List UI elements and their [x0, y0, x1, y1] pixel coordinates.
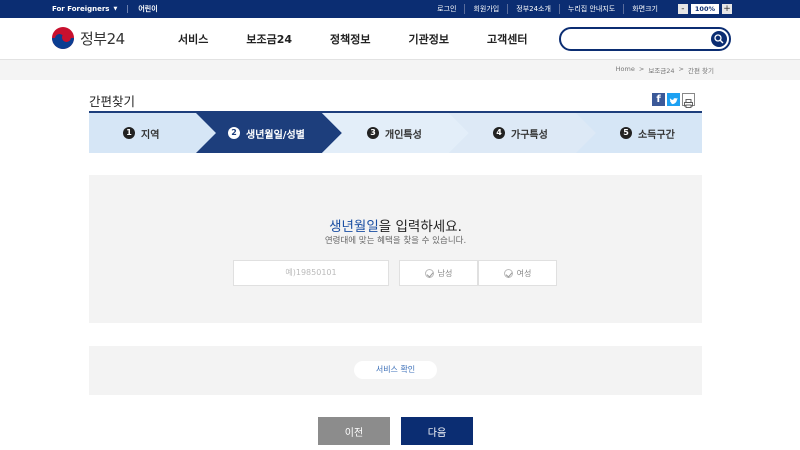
kids-link[interactable]: 어린이 [138, 4, 157, 14]
step-label: 생년월일/성별 [246, 129, 305, 141]
top-utility-bar: For Foreigners ▼ 어린이 로그인 회원가입 정부24소개 누리집… [0, 0, 800, 18]
share-buttons: f [652, 93, 695, 108]
twitter-icon[interactable] [667, 93, 680, 106]
search-button[interactable] [711, 31, 727, 47]
result-area: 서비스 확인 [89, 346, 702, 395]
logo-text: 정부24 [80, 29, 125, 48]
result-badge[interactable]: 서비스 확인 [354, 361, 437, 379]
search-input[interactable] [571, 31, 711, 52]
facebook-icon[interactable]: f [652, 93, 665, 106]
step-personal[interactable]: 3 개인특성 [367, 113, 422, 153]
font-decrease-button[interactable]: - [677, 4, 688, 14]
page-title: 간편찾기 [89, 94, 136, 109]
site-header: 정부24 서비스 보조금24 정책정보 기관정보 고객센터 [0, 18, 800, 60]
step-number: 2 [228, 127, 240, 139]
font-size-label: 화면크기 [623, 4, 666, 14]
top-right-links: 로그인 회원가입 정부24소개 누리집 안내지도 화면크기 [429, 0, 666, 18]
gender-female-option[interactable]: 여성 [478, 260, 557, 286]
nav-item-services[interactable]: 서비스 [178, 31, 208, 47]
gender-male-option[interactable]: 남성 [399, 260, 478, 286]
step-region[interactable]: 1 지역 [123, 113, 159, 153]
sitemap-link[interactable]: 누리집 안내지도 [558, 4, 623, 14]
gender-male-label: 남성 [437, 268, 453, 278]
form-question: 생년월일을 입력하세요. [89, 215, 702, 235]
step-household[interactable]: 4 가구특성 [493, 113, 548, 153]
breadcrumb-separator: > [678, 65, 684, 73]
print-icon[interactable] [682, 93, 695, 108]
nav-item-agency[interactable]: 기관정보 [409, 31, 449, 47]
search-box [559, 27, 731, 52]
taegeuk-logo-icon [52, 27, 74, 49]
nav-item-subsidy24[interactable]: 보조금24 [246, 31, 292, 47]
prev-button[interactable]: 이전 [318, 417, 390, 445]
chevron-down-icon: ▼ [113, 6, 118, 12]
main-nav: 서비스 보조금24 정책정보 기관정보 고객센터 [178, 18, 528, 60]
question-rest: 을 입력하세요. [378, 219, 462, 235]
top-left-links: For Foreigners ▼ 어린이 [52, 0, 158, 18]
about-link[interactable]: 정부24소개 [507, 4, 559, 14]
check-icon [424, 268, 434, 278]
step-income[interactable]: 5 소득구간 [620, 113, 675, 153]
signup-link[interactable]: 회원가입 [464, 4, 507, 14]
for-foreigners-link[interactable]: For Foreigners [52, 5, 109, 13]
search-icon [714, 34, 724, 44]
breadcrumb-bar: Home > 보조금24 > 간편 찾기 [0, 60, 800, 80]
step-number: 5 [620, 127, 632, 139]
nav-item-customer-center[interactable]: 고객센터 [487, 31, 527, 47]
step-label: 소득구간 [638, 129, 675, 141]
breadcrumb-current: 간편 찾기 [688, 67, 714, 75]
breadcrumb-home[interactable]: Home [616, 65, 635, 75]
font-size-control: - 100% + [677, 4, 732, 14]
divider [127, 5, 129, 13]
step-birth-gender[interactable]: 2 생년월일/성별 [228, 113, 305, 153]
breadcrumb: Home > 보조금24 > 간편 찾기 [616, 65, 714, 75]
step-number: 3 [367, 127, 379, 139]
step-label: 개인특성 [385, 129, 422, 141]
birthdate-input[interactable]: 예)19850101 [233, 260, 389, 286]
site-logo[interactable]: 정부24 [52, 27, 125, 49]
step-indicator: 1 지역 2 생년월일/성별 3 개인특성 4 가구특성 5 소득구간 [89, 113, 702, 153]
step-label: 지역 [141, 129, 160, 141]
birth-gender-form: 생년월일을 입력하세요. 연령대에 맞는 혜택을 찾을 수 있습니다. 예)19… [89, 175, 702, 323]
font-increase-button[interactable]: + [722, 4, 732, 14]
check-icon [503, 268, 513, 278]
question-highlight: 생년월일 [329, 219, 379, 235]
breadcrumb-subsidy24[interactable]: 보조금24 [648, 65, 674, 75]
step-label: 가구특성 [511, 129, 548, 141]
font-size-value: 100% [690, 4, 719, 14]
step-number: 4 [493, 127, 505, 139]
breadcrumb-separator: > [638, 65, 645, 73]
form-description: 연령대에 맞는 혜택을 찾을 수 있습니다. [324, 236, 467, 246]
step-number: 1 [123, 127, 135, 139]
nav-item-policy[interactable]: 정책정보 [330, 31, 370, 47]
gender-female-label: 여성 [516, 268, 532, 278]
login-link[interactable]: 로그인 [429, 4, 464, 14]
next-button[interactable]: 다음 [401, 417, 473, 445]
